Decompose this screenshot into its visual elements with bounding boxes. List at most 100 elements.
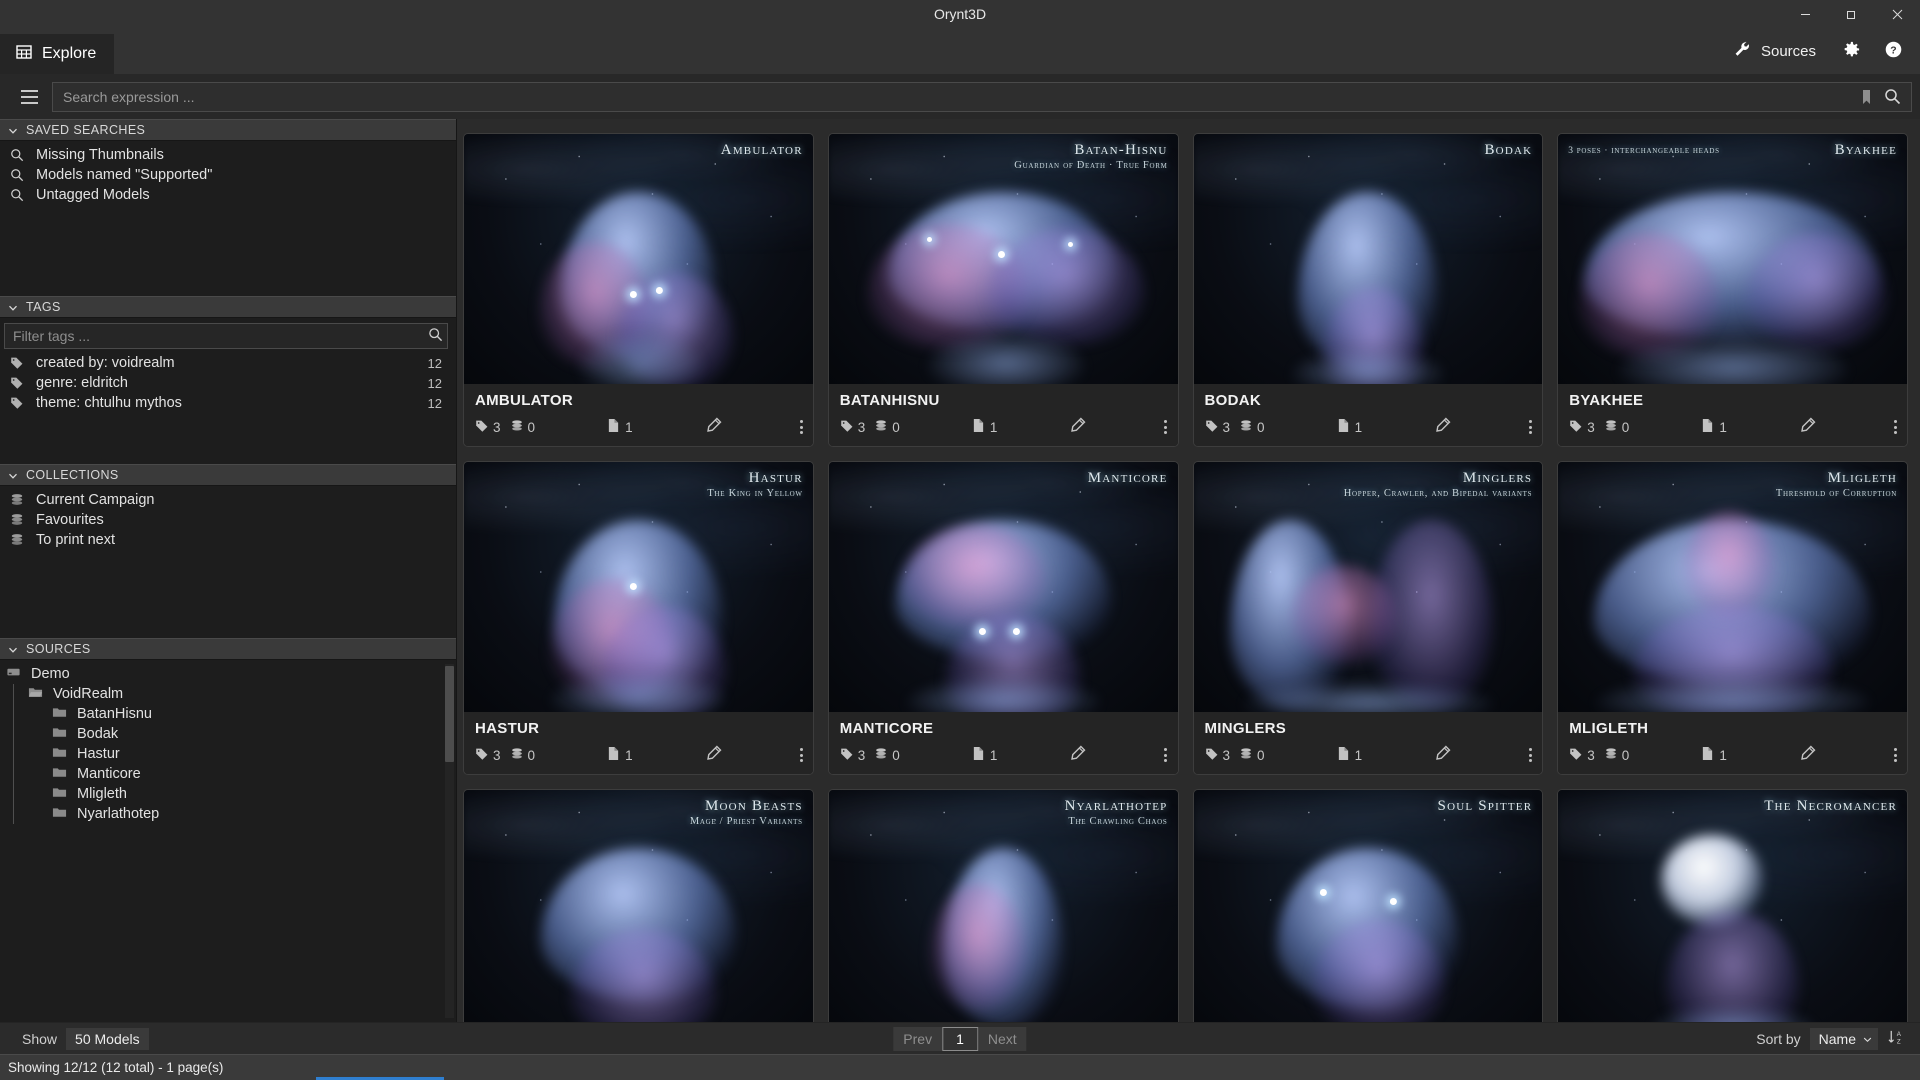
more-options-button[interactable] (1888, 748, 1897, 762)
hamburger-icon[interactable] (14, 82, 44, 112)
tag-icon (1569, 419, 1583, 436)
edit-button[interactable] (1799, 745, 1816, 765)
tree-node-drive[interactable]: Demo (0, 664, 456, 684)
collection-item[interactable]: To print next (0, 530, 456, 550)
prev-page-button[interactable]: Prev (893, 1027, 942, 1051)
tag-count: 3 (1587, 420, 1595, 435)
tag-item[interactable]: genre: eldritch 12 (0, 373, 456, 393)
sources-scrollbar-thumb[interactable] (445, 666, 454, 762)
model-thumbnail[interactable]: Ambulator (464, 134, 813, 384)
model-thumbnail[interactable]: Batan-Hisnu Guardian of Death · True For… (829, 134, 1178, 384)
model-card[interactable]: Manticore MANTICORE 3 0 (828, 461, 1179, 775)
more-options-button[interactable] (1888, 420, 1897, 434)
tree-node-folder-open[interactable]: VoidRealm (0, 684, 456, 704)
minimize-button[interactable] (1782, 0, 1828, 28)
more-options-button[interactable] (794, 748, 803, 762)
tag-icon (475, 419, 489, 436)
tree-node-folder[interactable]: Mligleth (0, 784, 456, 804)
gear-icon (1842, 40, 1861, 63)
tree-node-folder[interactable]: Hastur (0, 744, 456, 764)
saved-search-item[interactable]: Missing Thumbnails (0, 145, 456, 165)
tag-item[interactable]: theme: chtulhu mythos 12 (0, 393, 456, 413)
collection-item[interactable]: Current Campaign (0, 490, 456, 510)
more-options-button[interactable] (1523, 420, 1532, 434)
model-thumbnail[interactable]: Mligleth Threshold of Corruption (1558, 462, 1907, 712)
model-thumbnail[interactable]: Bodak (1194, 134, 1543, 384)
model-thumbnail[interactable]: Minglers Hopper, Crawler, and Bipedal va… (1194, 462, 1543, 712)
model-thumbnail[interactable]: Hastur The King in Yellow (464, 462, 813, 712)
sources-button[interactable]: Sources (1722, 35, 1828, 68)
folder-icon (52, 725, 67, 744)
stack-icon (1239, 419, 1253, 436)
model-meta: 3 0 1 (1205, 417, 1533, 437)
stack-icon (510, 419, 524, 436)
tag-item[interactable]: created by: voidrealm 12 (0, 353, 456, 373)
sort-descending-icon[interactable]: A Z (1887, 1029, 1904, 1049)
tab-explore[interactable]: Explore (0, 34, 114, 74)
model-card[interactable]: Byakhee 3 poses · interchangeable heads … (1557, 133, 1908, 447)
edit-button[interactable] (1069, 417, 1086, 437)
model-card[interactable]: Bodak BODAK 3 0 (1193, 133, 1544, 447)
model-thumbnail[interactable]: Byakhee 3 poses · interchangeable heads (1558, 134, 1907, 384)
edit-button[interactable] (1434, 745, 1451, 765)
model-card[interactable]: Ambulator AMBULATOR 3 0 (463, 133, 814, 447)
search-icon[interactable] (428, 327, 443, 346)
saved-search-item[interactable]: Untagged Models (0, 185, 456, 205)
settings-button[interactable] (1832, 34, 1870, 68)
file-count: 1 (990, 420, 998, 435)
tree-node-folder[interactable]: Bodak (0, 724, 456, 744)
page-number-input[interactable]: 1 (942, 1027, 978, 1051)
tag-filter-box[interactable] (4, 323, 448, 349)
thumbnail-overlay: Byakhee (1835, 142, 1897, 159)
model-thumbnail[interactable]: Soul Spitter (1194, 790, 1543, 1022)
more-options-button[interactable] (1523, 748, 1532, 762)
model-card[interactable]: The Necromancer THE NECROMANCER 3 0 (1557, 789, 1908, 1022)
model-card[interactable]: Moon Beasts Mage / Priest Variants MOON … (463, 789, 814, 1022)
help-button[interactable]: ? (1874, 34, 1912, 68)
tree-node-folder[interactable]: Nyarlathotep (0, 804, 456, 824)
model-thumbnail[interactable]: Nyarlathotep The Crawling Chaos (829, 790, 1178, 1022)
bookmark-icon[interactable] (1853, 84, 1879, 110)
tree-node-folder[interactable]: Manticore (0, 764, 456, 784)
sources-header[interactable]: SOURCES (0, 638, 456, 660)
edit-button[interactable] (705, 745, 722, 765)
more-options-button[interactable] (1158, 420, 1167, 434)
maximize-button[interactable] (1828, 0, 1874, 28)
next-page-button[interactable]: Next (978, 1027, 1027, 1051)
edit-button[interactable] (1434, 417, 1451, 437)
sidebar: SAVED SEARCHES Missing Thumbnails Models… (0, 119, 457, 1022)
collection-item[interactable]: Favourites (0, 510, 456, 530)
search-input[interactable] (63, 89, 1853, 105)
sort-field-select[interactable]: Name (1810, 1028, 1878, 1050)
model-thumbnail[interactable]: The Necromancer (1558, 790, 1907, 1022)
saved-searches-header[interactable]: SAVED SEARCHES (0, 119, 456, 141)
model-card[interactable]: Hastur The King in Yellow HASTUR 3 0 (463, 461, 814, 775)
model-thumbnail[interactable]: Manticore (829, 462, 1178, 712)
tags-header[interactable]: TAGS (0, 296, 456, 318)
more-options-button[interactable] (1158, 748, 1167, 762)
tree-node-folder[interactable]: BatanHisnu (0, 704, 456, 724)
edit-button[interactable] (1069, 745, 1086, 765)
collections-header[interactable]: COLLECTIONS (0, 464, 456, 486)
edit-button[interactable] (705, 417, 722, 437)
model-card[interactable]: Nyarlathotep The Crawling Chaos NYARLATH… (828, 789, 1179, 1022)
collection-count: 0 (892, 748, 900, 763)
file-count-group: 1 (1701, 418, 1727, 436)
search-icon[interactable] (1879, 84, 1905, 110)
search-box[interactable] (52, 82, 1912, 112)
tag-filter-input[interactable] (13, 328, 428, 344)
tree-node-label: Manticore (77, 766, 141, 782)
edit-button[interactable] (1799, 417, 1816, 437)
model-card[interactable]: Minglers Hopper, Crawler, and Bipedal va… (1193, 461, 1544, 775)
more-options-button[interactable] (794, 420, 803, 434)
model-card[interactable]: Mligleth Threshold of Corruption MLIGLET… (1557, 461, 1908, 775)
model-thumbnail[interactable]: Moon Beasts Mage / Priest Variants (464, 790, 813, 1022)
overlay-title: Nyarlathotep (1065, 798, 1168, 815)
saved-search-item[interactable]: Models named "Supported" (0, 165, 456, 185)
close-button[interactable] (1874, 0, 1920, 28)
model-card[interactable]: Batan-Hisnu Guardian of Death · True For… (828, 133, 1179, 447)
overlay-title: Bodak (1484, 142, 1532, 159)
stack-icon (1239, 747, 1253, 764)
page-size-selector[interactable]: 50 Models (66, 1028, 149, 1050)
model-card[interactable]: Soul Spitter SOUL SPITTER 3 0 (1193, 789, 1544, 1022)
